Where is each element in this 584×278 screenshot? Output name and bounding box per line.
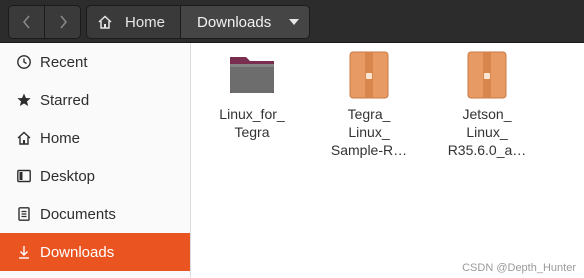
sidebar-item-label: Recent (40, 53, 88, 71)
desktop-icon (16, 168, 32, 184)
breadcrumb: Home Downloads (86, 5, 310, 39)
sidebar-item-starred[interactable]: Starred (0, 81, 190, 119)
watermark: CSDN @Depth_Hunter (462, 262, 576, 274)
sidebar: Recent Starred Home Desktop Documents Do… (0, 43, 191, 278)
archive-icon (432, 51, 542, 99)
star-icon (16, 92, 32, 108)
sidebar-item-recent[interactable]: Recent (0, 43, 190, 81)
sidebar-item-documents[interactable]: Documents (0, 195, 190, 233)
forward-button[interactable] (44, 6, 80, 38)
file-view[interactable]: Linux_for_ Tegra Tegra_ Linux_ Sample-R…… (191, 43, 584, 278)
sidebar-item-label: Home (40, 129, 81, 147)
breadcrumb-home[interactable]: Home (87, 6, 181, 38)
home-icon (97, 14, 113, 30)
file-item-archive[interactable]: Jetson_ Linux_ R35.6.0_a… (432, 51, 542, 159)
home-icon (16, 130, 32, 146)
back-button[interactable] (9, 6, 44, 38)
chevron-right-icon (58, 14, 68, 30)
sidebar-item-home[interactable]: Home (0, 119, 190, 157)
document-icon (16, 206, 32, 222)
sidebar-item-downloads[interactable]: Downloads (0, 233, 190, 271)
sidebar-item-label: Documents (40, 205, 116, 223)
download-icon (16, 244, 32, 260)
navigation-buttons (8, 5, 81, 39)
breadcrumb-downloads-label: Downloads (197, 13, 272, 31)
sidebar-item-label: Desktop (40, 167, 96, 185)
caret-down-icon[interactable] (289, 19, 299, 25)
archive-icon (314, 51, 424, 99)
file-name: Tegra_ Linux_ Sample-R… (330, 106, 408, 158)
file-name: Linux_for_ Tegra (219, 106, 285, 140)
breadcrumb-downloads[interactable]: Downloads (181, 6, 309, 38)
folder-icon (197, 51, 307, 99)
chevron-left-icon (22, 14, 32, 30)
sidebar-item-label: Starred (40, 91, 90, 109)
sidebar-item-label: Downloads (40, 243, 115, 261)
header-bar: Home Downloads (0, 0, 584, 43)
file-item-folder[interactable]: Linux_for_ Tegra (197, 51, 307, 141)
file-name: Jetson_ Linux_ R35.6.0_a… (447, 106, 527, 158)
breadcrumb-home-label: Home (125, 13, 166, 31)
file-item-archive[interactable]: Tegra_ Linux_ Sample-R… (314, 51, 424, 159)
clock-icon (16, 54, 32, 70)
sidebar-item-desktop[interactable]: Desktop (0, 157, 190, 195)
